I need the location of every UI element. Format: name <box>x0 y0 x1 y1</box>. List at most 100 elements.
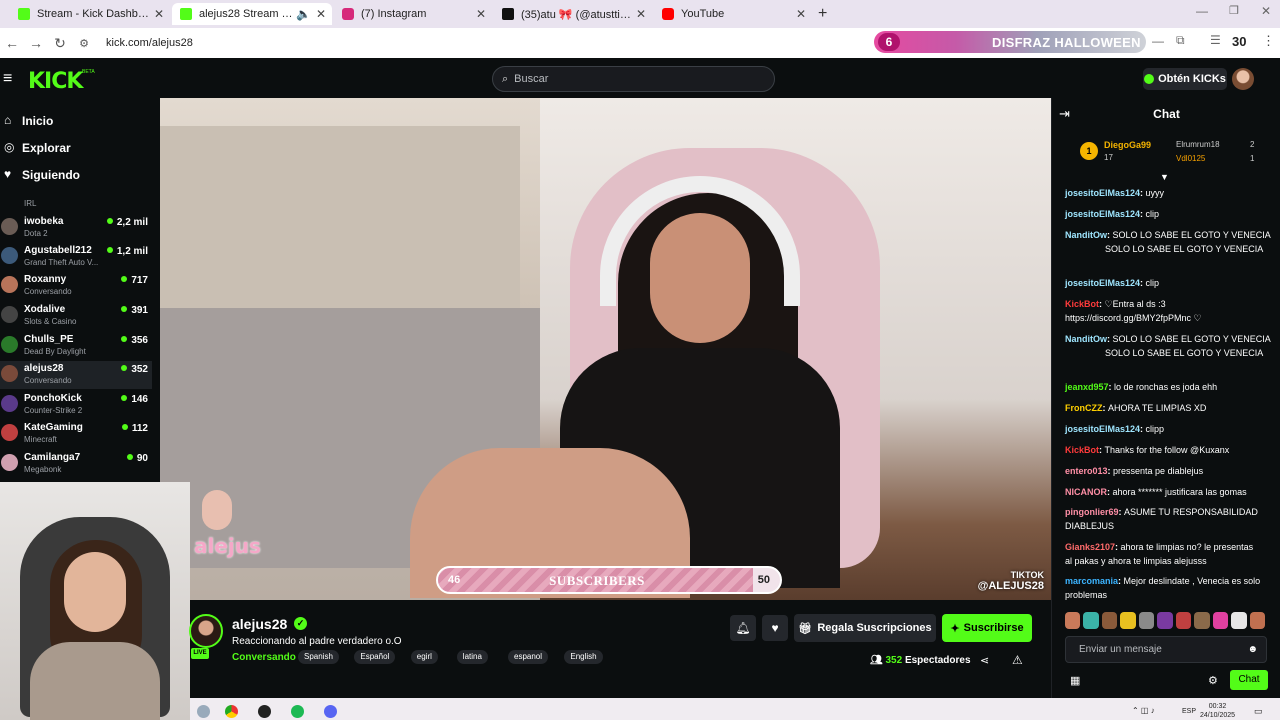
sidebar-channel-agustabell212[interactable]: Agustabell212 Grand Theft Auto V... 1,2 mi… <box>0 243 152 271</box>
sidebar-channel-xodalive[interactable]: Xodalive Slots & Casino 391 <box>0 302 152 330</box>
ad-banner[interactable]: 6 DISFRAZ HALLOWEEN <box>874 31 1146 53</box>
extension-icon[interactable]: ⧉ <box>1176 33 1185 48</box>
subscribe-button[interactable]: ✦ Suscribirse <box>942 614 1032 642</box>
get-kicks-button[interactable]: Obtén KICKs <box>1143 68 1227 90</box>
window-close-icon[interactable]: ✕ <box>1261 4 1271 18</box>
chat-text: AHORA TE LIMPIAS XD <box>1108 403 1207 413</box>
tab-tiktok[interactable]: (35)atu 🎀 (@atusttina) | TikTok ✕ <box>494 3 652 25</box>
emote-icon[interactable] <box>1175 612 1192 629</box>
back-icon[interactable]: ← <box>0 35 24 51</box>
minimize-ad-icon[interactable]: — <box>1152 34 1164 48</box>
search-input[interactable]: ⌕ Buscar <box>492 66 775 92</box>
discord-icon[interactable] <box>324 705 337 718</box>
chat-username[interactable]: NICANOR <box>1065 487 1107 497</box>
user-avatar[interactable] <box>1232 68 1254 90</box>
new-tab-icon[interactable]: + <box>818 5 827 23</box>
start-icon[interactable] <box>197 705 210 718</box>
chat-username[interactable]: jeanxd957 <box>1065 382 1109 392</box>
spotify-icon[interactable] <box>291 705 304 718</box>
report-icon[interactable]: ⚠ <box>1012 653 1023 667</box>
leaderboard-count-3: 1 <box>1250 154 1255 163</box>
emote-icon[interactable] <box>1083 612 1099 629</box>
stream-tag[interactable]: espanol <box>508 650 549 664</box>
chat-username[interactable]: pingonlier69 <box>1065 507 1119 517</box>
tiktok-handle: @ALEJUS28 <box>977 580 1044 592</box>
emote-icon[interactable] <box>1101 612 1118 629</box>
chat-username[interactable]: josesitoElMas124 <box>1065 278 1140 288</box>
reload-icon[interactable]: ↻ <box>48 35 72 52</box>
chat-username[interactable]: josesitoElMas124 <box>1065 188 1140 198</box>
chat-username[interactable]: KickBot <box>1065 299 1099 309</box>
speaker-icon[interactable]: 🔈 <box>296 7 311 21</box>
emote-icon[interactable] <box>1120 612 1136 629</box>
emote-icon[interactable] <box>1231 612 1247 629</box>
streamer-name[interactable]: alejus28 <box>232 616 287 632</box>
system-tray-icon[interactable]: ⌃ ◫ ♪ <box>1132 706 1155 715</box>
tab-instagram[interactable]: (7) Instagram ✕ <box>334 3 492 25</box>
chat-username[interactable]: marcomania <box>1065 576 1118 586</box>
stream-category[interactable]: Conversando <box>232 652 296 663</box>
obs-icon[interactable] <box>258 705 271 718</box>
emote-icon[interactable] <box>1138 612 1155 629</box>
tab-kick-dashboard[interactable]: Stream - Kick Dashboard ✕ <box>10 3 170 25</box>
gift-shop-icon[interactable]: ▦ <box>1070 674 1080 687</box>
stream-tag[interactable]: Español <box>354 650 396 664</box>
chrome-icon[interactable] <box>225 705 238 718</box>
close-icon[interactable]: ✕ <box>152 7 166 21</box>
chat-username[interactable]: entero013 <box>1065 466 1108 476</box>
sidebar-channel-ponchokick[interactable]: PonchoKick Counter-Strike 2 146 <box>0 391 152 419</box>
sidebar-item-explorar[interactable]: Explorar <box>22 141 71 155</box>
sidebar-channel-chulls_pe[interactable]: Chulls_PE Dead By Daylight 356 <box>0 332 152 360</box>
forward-icon[interactable]: → <box>24 35 48 51</box>
sidebar-channel-iwobeka[interactable]: iwobeka Dota 2 2,2 mil <box>0 214 152 242</box>
share-icon[interactable]: ⋖ <box>980 654 989 667</box>
send-chat-button[interactable]: Chat <box>1230 670 1268 690</box>
emote-icon[interactable] <box>1065 612 1081 629</box>
close-icon[interactable]: ✕ <box>474 7 488 21</box>
minimize-icon[interactable]: — <box>1196 4 1208 18</box>
sidebar-channel-kategaming[interactable]: KateGaming Minecraft 112 <box>0 420 152 448</box>
chat-username[interactable]: NanditOw <box>1065 334 1107 344</box>
notifications-icon[interactable]: ▭ <box>1254 706 1263 717</box>
emote-icon[interactable] <box>1157 612 1173 629</box>
close-icon[interactable]: ✕ <box>314 7 328 21</box>
stream-tag[interactable]: latina <box>456 650 488 664</box>
stream-tag[interactable]: Spanish <box>298 650 339 664</box>
chat-username[interactable]: FronCZZ <box>1065 403 1103 413</box>
gift-subs-button[interactable]: 🎁︎ Regala Suscripciones <box>794 614 936 642</box>
emote-icon[interactable] <box>1212 612 1229 629</box>
hamburger-menu-icon[interactable]: ≡ <box>3 70 12 88</box>
menu-bars-icon[interactable]: ☰ <box>1210 33 1221 47</box>
video-player[interactable]: 46 SUBSCRIBERS 50 TIKTOK @ALEJUS28 <box>160 98 1051 600</box>
chat-username[interactable]: KickBot <box>1065 445 1099 455</box>
follow-heart-button[interactable]: ♥ <box>762 615 788 641</box>
emoji-icon[interactable]: ☻ <box>1247 644 1258 655</box>
chat-username[interactable]: NanditOw <box>1065 230 1107 240</box>
maximize-icon[interactable]: ❐ <box>1229 4 1239 17</box>
stream-tag[interactable]: English <box>564 650 603 664</box>
emote-icon[interactable] <box>1194 612 1210 629</box>
sidebar-channel-roxanny[interactable]: Roxanny Conversando 717 <box>0 272 152 300</box>
streamer-avatar[interactable] <box>189 614 223 648</box>
tab-alejus28-stream[interactable]: alejus28 Stream - Watch Live on Kick 🔈 ✕ <box>172 3 332 25</box>
site-info-icon[interactable]: ⚙ <box>72 37 96 50</box>
sidebar-item-siguiendo[interactable]: Siguiendo <box>22 168 80 182</box>
url-field[interactable]: kick.com/alejus28 <box>106 37 193 49</box>
chat-username[interactable]: Gianks2107 <box>1065 542 1115 552</box>
pin-icon[interactable]: ▼ <box>1160 172 1169 182</box>
tab-youtube[interactable]: YouTube ✕ <box>654 3 812 25</box>
settings-gear-icon[interactable]: ⚙ <box>1208 674 1218 687</box>
kick-logo[interactable]: KICK <box>28 69 83 94</box>
sidebar-item-inicio[interactable]: Inicio <box>22 114 53 128</box>
sidebar-channel-alejus28[interactable]: alejus28 Conversando 352 <box>0 361 152 389</box>
more-options-icon[interactable]: ⋮ <box>1262 33 1275 49</box>
chat-username[interactable]: josesitoElMas124 <box>1065 209 1140 219</box>
close-icon[interactable]: ✕ <box>634 7 648 21</box>
emote-icon[interactable] <box>1249 612 1265 629</box>
sidebar-channel-camilanga7[interactable]: Camilanga7 Megabonk 90 <box>0 450 152 478</box>
chat-input[interactable]: Enviar un mensaje ☻ <box>1065 636 1267 663</box>
chat-username[interactable]: josesitoElMas124 <box>1065 424 1140 434</box>
stream-tag[interactable]: egirl <box>410 650 438 664</box>
notification-bell-button[interactable]: 🔔︎ <box>730 615 756 641</box>
close-icon[interactable]: ✕ <box>794 7 808 21</box>
